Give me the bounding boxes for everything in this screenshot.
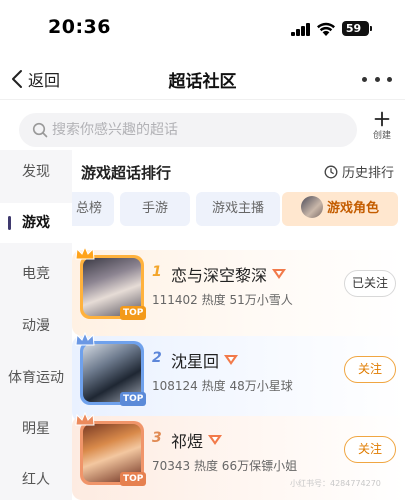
topic-name: 祁煜 — [171, 432, 204, 451]
topic-stats: 111402 热度 51万小雪人 — [152, 293, 293, 307]
sidebar-item-label: 红人 — [22, 472, 50, 488]
rank-number: 3 — [152, 430, 162, 446]
follow-button[interactable]: 关注 — [344, 436, 396, 463]
cellular-signal-icon — [291, 23, 311, 36]
sidebar-item-label: 游戏 — [22, 215, 50, 231]
status-time: 20:36 — [48, 16, 111, 38]
ranking-tabs: 总榜 手游 游戏主播 游戏角色 — [72, 190, 405, 228]
create-button[interactable]: 创建 — [368, 111, 396, 145]
more-options-button[interactable] — [362, 68, 392, 90]
sidebar-item-label: 发现 — [22, 164, 50, 180]
tab-label: 总榜 — [75, 201, 102, 216]
more-dot-icon — [387, 76, 392, 82]
sidebar-item-label: 动漫 — [22, 318, 50, 334]
super-topic-community-screen: 20:36 59 返回 超话社区 搜索你感兴趣的超话 创建 发现 游戏 电竞 动… — [0, 0, 405, 500]
more-dot-icon — [374, 76, 380, 82]
sidebar-item-stars[interactable]: 明星 — [0, 409, 72, 449]
top-badge: TOP — [120, 392, 147, 406]
ranking-item[interactable]: TOP 2 沈星回 108124 热度 48万小星球 关注 — [72, 331, 405, 422]
page-title: 超话社区 — [168, 72, 237, 92]
more-dot-icon — [362, 76, 367, 82]
section-title: 游戏超话排行 — [81, 164, 172, 182]
crown-icon — [75, 411, 95, 426]
tab-game-characters[interactable]: 游戏角色 — [282, 192, 398, 226]
sidebar-item-label: 明星 — [22, 421, 50, 437]
sidebar-item-sports[interactable]: 体育运动 — [0, 358, 72, 398]
followed-button[interactable]: 已关注 — [344, 270, 396, 297]
tab-mobile-games[interactable]: 手游 — [120, 192, 190, 226]
sidebar-item-discover[interactable]: 发现 — [0, 152, 72, 192]
battery-icon: 59 — [342, 21, 372, 36]
tab-label: 游戏主播 — [211, 201, 264, 216]
topic-stats: 70343 热度 66万保镖小姐 — [152, 459, 298, 473]
sidebar-item-influencers[interactable]: 红人 — [0, 460, 72, 500]
top-badge: TOP — [120, 472, 147, 486]
search-input[interactable] — [52, 122, 342, 138]
tab-game-streamers[interactable]: 游戏主播 — [196, 192, 280, 226]
sidebar-item-games[interactable]: 游戏 — [0, 203, 72, 243]
sidebar-item-anime[interactable]: 动漫 — [0, 306, 72, 346]
wifi-icon — [317, 22, 335, 36]
sidebar-item-label: 电竞 — [22, 266, 50, 282]
status-bar: 20:36 59 — [0, 0, 405, 58]
level-badge-icon — [208, 435, 222, 445]
character-avatar-icon — [300, 196, 323, 218]
watermark: 小红书号：4284774270 — [290, 479, 381, 488]
topic-name: 恋与深空黎深 — [171, 266, 268, 285]
top-badge: TOP — [120, 306, 147, 320]
tab-label: 手游 — [141, 201, 168, 216]
category-sidebar: 发现 游戏 电竞 动漫 体育运动 明星 红人 — [0, 150, 72, 500]
sidebar-item-esports[interactable]: 电竞 — [0, 254, 72, 294]
follow-button[interactable]: 关注 — [344, 356, 396, 383]
search-icon — [32, 122, 48, 138]
history-ranking-link[interactable]: 历史排行 — [324, 162, 394, 181]
clock-icon — [324, 165, 338, 178]
rank-number: 2 — [152, 350, 162, 366]
main-content: 游戏超话排行 历史排行 总榜 手游 游戏主播 游戏角色 TOP 1 恋与深空黎深… — [72, 150, 405, 500]
ranking-item[interactable]: TOP 1 恋与深空黎深 111402 热度 51万小雪人 已关注 — [72, 245, 405, 336]
battery-level: 59 — [345, 22, 362, 35]
history-ranking-label: 历史排行 — [342, 166, 395, 181]
create-label: 创建 — [372, 131, 391, 141]
topic-stats: 108124 热度 48万小星球 — [152, 379, 293, 393]
topic-name: 沈星回 — [171, 352, 220, 371]
active-indicator — [8, 216, 11, 230]
search-box[interactable] — [19, 113, 357, 147]
crown-icon — [75, 331, 95, 346]
tab-label: 游戏角色 — [326, 201, 379, 216]
crown-icon — [75, 245, 95, 260]
level-badge-icon — [272, 269, 286, 279]
level-badge-icon — [224, 355, 238, 365]
navigation-bar: 返回 超话社区 — [0, 58, 405, 100]
sidebar-item-label: 体育运动 — [8, 370, 64, 386]
tab-overall[interactable]: 总榜 — [72, 192, 114, 226]
plus-icon — [374, 111, 390, 127]
rank-number: 1 — [152, 264, 162, 280]
